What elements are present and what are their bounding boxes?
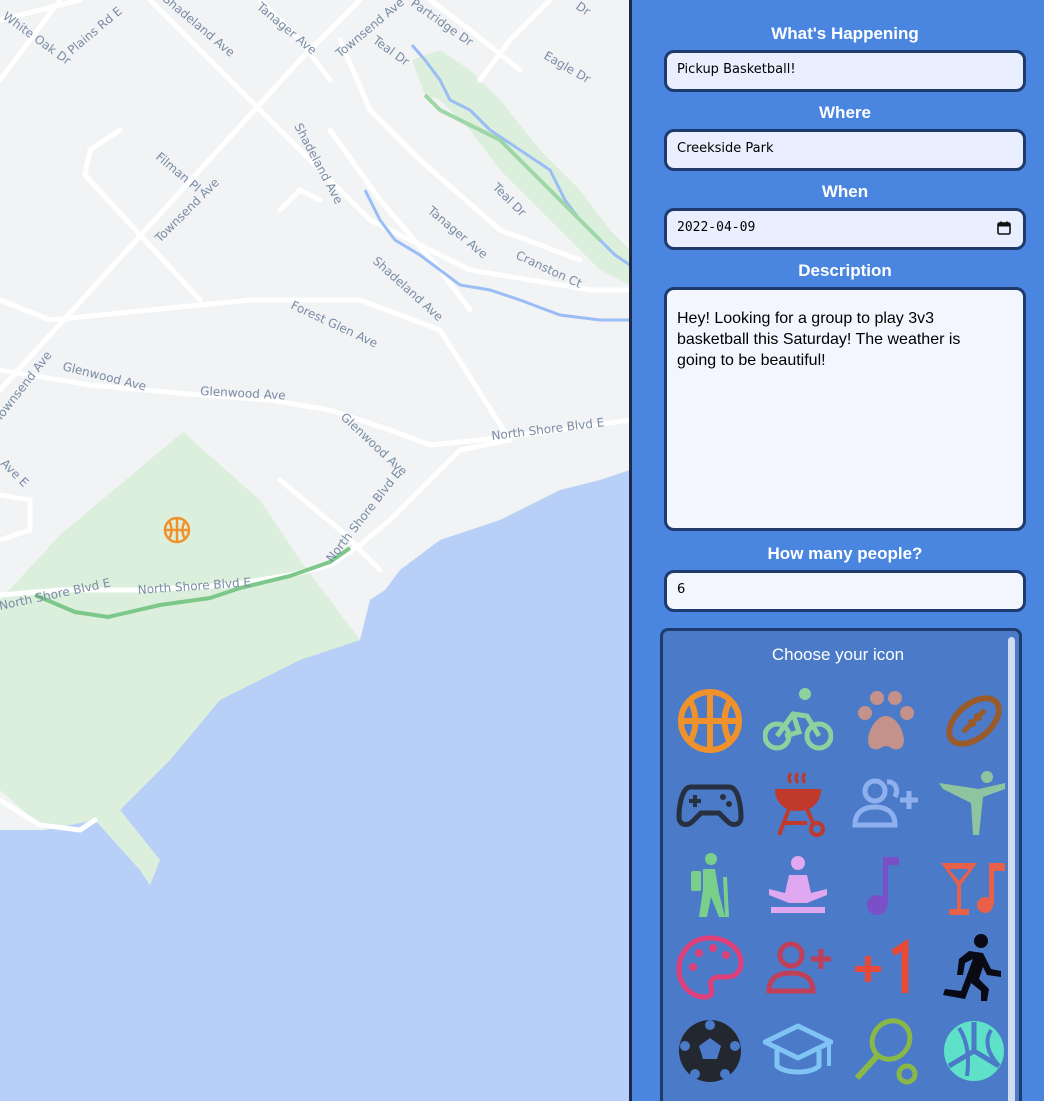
description-label: Description [798,261,892,280]
where-label: Where [819,103,871,122]
where-input[interactable]: Creekside Park [664,129,1026,171]
music-note-icon[interactable] [851,851,921,921]
icon-picker[interactable]: Choose your icon [660,628,1022,1101]
what-input-value: Pickup Basketball! [677,62,796,77]
meditation-icon[interactable] [763,851,833,921]
icon-picker-scrollbar[interactable] [1008,637,1015,1101]
description-textarea[interactable]: Hey! Looking for a group to play 3v3 bas… [664,287,1026,531]
gamepad-icon[interactable] [675,769,745,839]
person-add-icon[interactable] [763,933,833,1003]
grill-icon[interactable] [763,769,833,839]
running-icon[interactable] [939,933,1009,1003]
hiking-icon[interactable] [675,851,745,921]
calendar-icon[interactable] [997,221,1011,235]
description-value: Hey! Looking for a group to play 3v3 bas… [677,310,961,369]
palette-icon[interactable] [675,933,745,1003]
map-canvas[interactable]: White Oak Dr Plains Rd E Shadeland Ave T… [0,0,630,1101]
group-add-icon[interactable] [851,769,921,839]
what-input[interactable]: Pickup Basketball! [664,50,1026,92]
volleyball-icon[interactable] [939,1016,1009,1086]
graduation-cap-icon[interactable] [763,1016,833,1086]
when-label: When [821,182,869,201]
cocktail-music-icon[interactable] [939,851,1009,921]
when-date-input[interactable]: 2022-04-09 [664,208,1026,250]
basketball-marker-icon[interactable] [163,516,191,544]
map-view[interactable]: White Oak Dr Plains Rd E Shadeland Ave T… [0,0,630,1101]
where-input-value: Creekside Park [677,141,774,156]
when-input-value: 2022-04-09 [677,220,756,235]
bicycle-icon[interactable] [763,686,833,756]
what-label: What's Happening [771,24,919,43]
people-number-input[interactable]: 6 [664,570,1026,612]
people-input-value: 6 [677,582,686,597]
martial-arts-icon[interactable] [939,769,1009,839]
people-label: How many people? [767,544,923,563]
tennis-icon[interactable] [851,1016,921,1086]
soccer-ball-icon[interactable] [675,1016,745,1086]
paw-icon[interactable] [851,686,921,756]
event-form-panel: What's Happening Pickup Basketball! Wher… [632,0,1044,1101]
basketball-icon[interactable] [675,686,745,756]
icon-picker-title: Choose your icon [771,645,905,664]
football-icon[interactable] [939,686,1009,756]
plus-one-icon[interactable] [851,933,921,1003]
